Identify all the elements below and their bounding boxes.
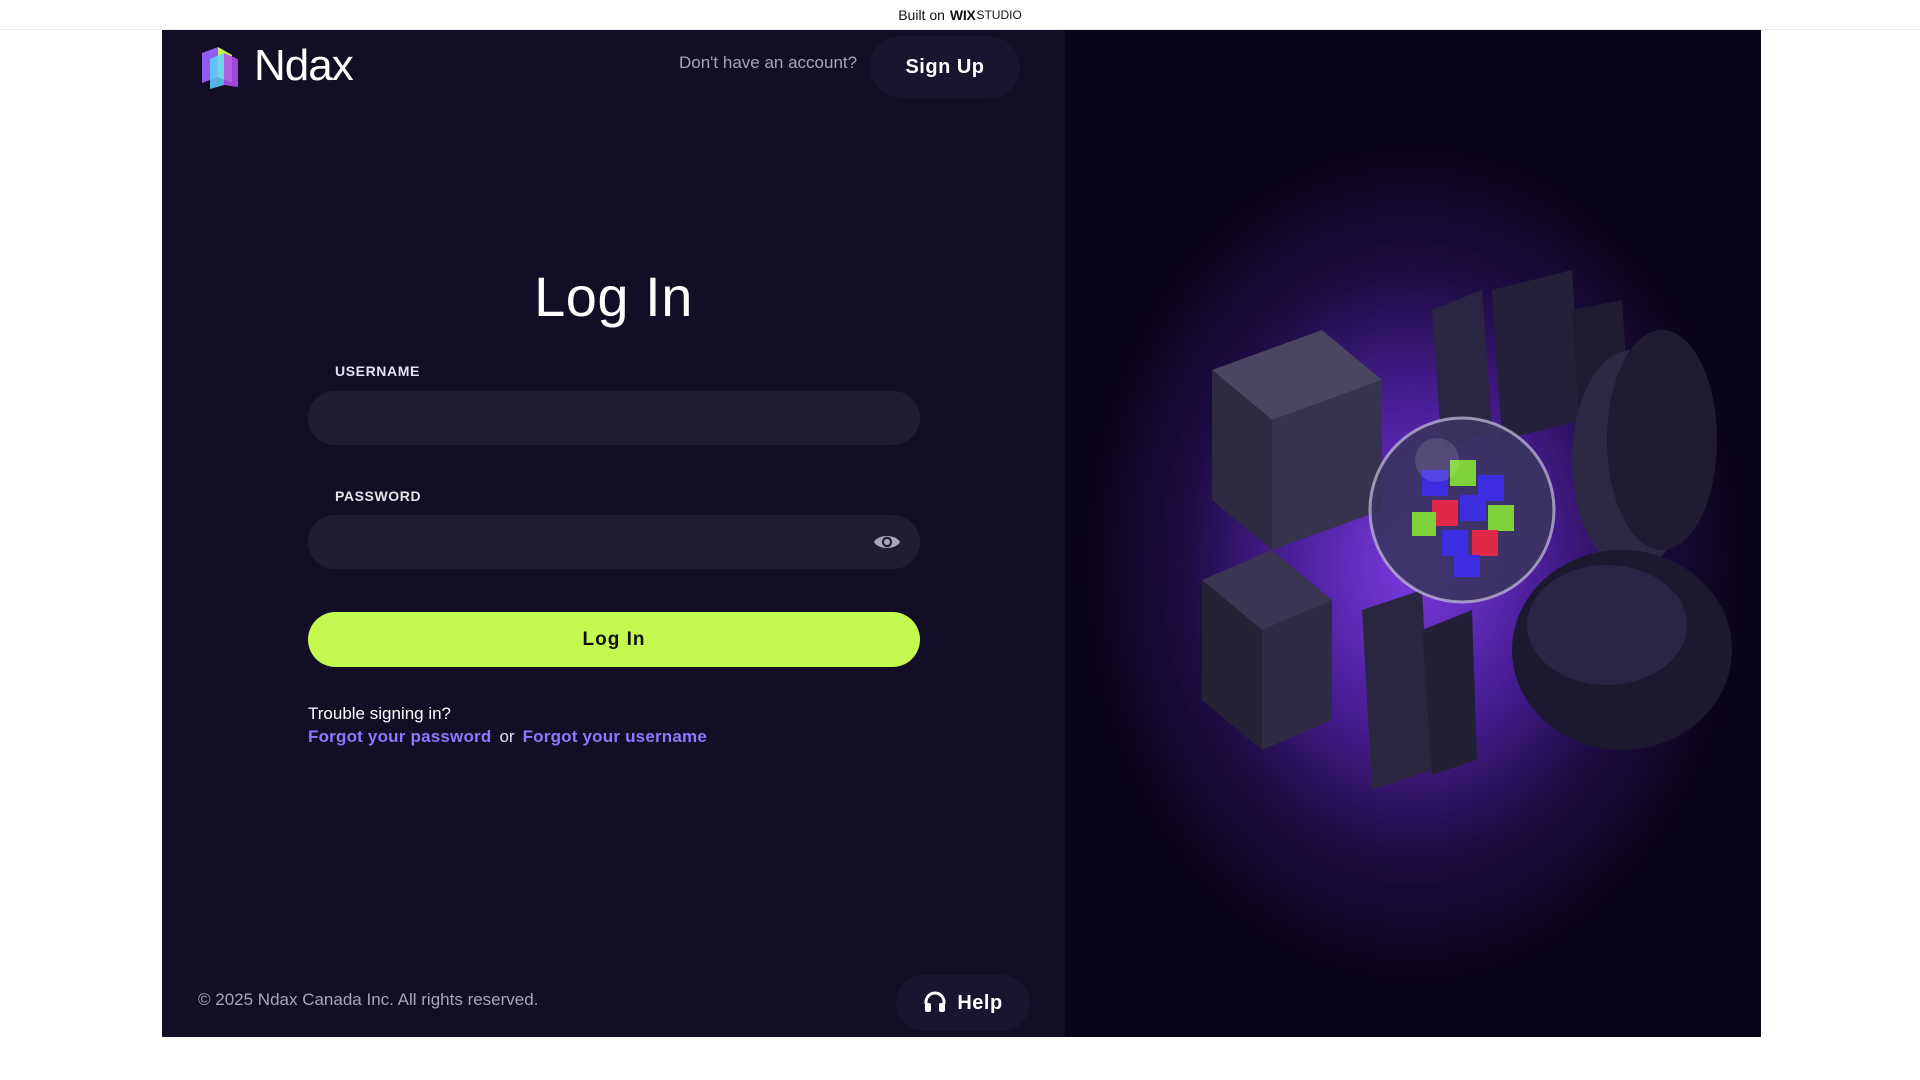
- logo-text: Ndax: [254, 41, 354, 90]
- forgot-password-link[interactable]: Forgot your password: [308, 727, 491, 747]
- recovery-links: Forgot your password or Forgot your user…: [308, 727, 707, 747]
- headset-icon: [924, 991, 946, 1012]
- wix-built-on-banner[interactable]: Built on WIX STUDIO: [0, 0, 1920, 30]
- log-in-button[interactable]: Log In: [308, 612, 920, 667]
- username-label: USERNAME: [335, 363, 420, 379]
- page-frame: Ndax Don't have an account? Sign Up Log …: [162, 30, 1761, 1037]
- built-on-text: Built on: [898, 6, 945, 23]
- username-input[interactable]: [308, 391, 920, 445]
- sign-up-label: Sign Up: [905, 55, 985, 78]
- copyright-text: © 2025 Ndax Canada Inc. All rights reser…: [198, 990, 539, 1009]
- forgot-username-link[interactable]: Forgot your username: [523, 727, 707, 747]
- eye-icon: [874, 536, 900, 548]
- ndax-logo-icon: [202, 47, 238, 89]
- crypto-cube-illustration: [1202, 270, 1732, 790]
- wix-brand: WIX: [949, 6, 976, 23]
- hero-panel: [1065, 30, 1761, 1037]
- show-password-toggle[interactable]: [872, 530, 902, 554]
- help-label: Help: [957, 991, 1003, 1014]
- help-button[interactable]: Help: [896, 975, 1030, 1031]
- login-panel: Ndax Don't have an account? Sign Up Log …: [162, 30, 1065, 1037]
- logo[interactable]: Ndax: [198, 41, 354, 90]
- wix-studio-text: STUDIO: [976, 7, 1022, 22]
- signup-prompt: Don't have an account?: [679, 53, 858, 72]
- password-input[interactable]: [308, 515, 920, 569]
- sign-up-button[interactable]: Sign Up: [870, 36, 1020, 98]
- or-text: or: [499, 727, 515, 746]
- trouble-text: Trouble signing in?: [308, 704, 452, 723]
- password-label: PASSWORD: [335, 488, 422, 504]
- page-title: Log In: [534, 265, 693, 328]
